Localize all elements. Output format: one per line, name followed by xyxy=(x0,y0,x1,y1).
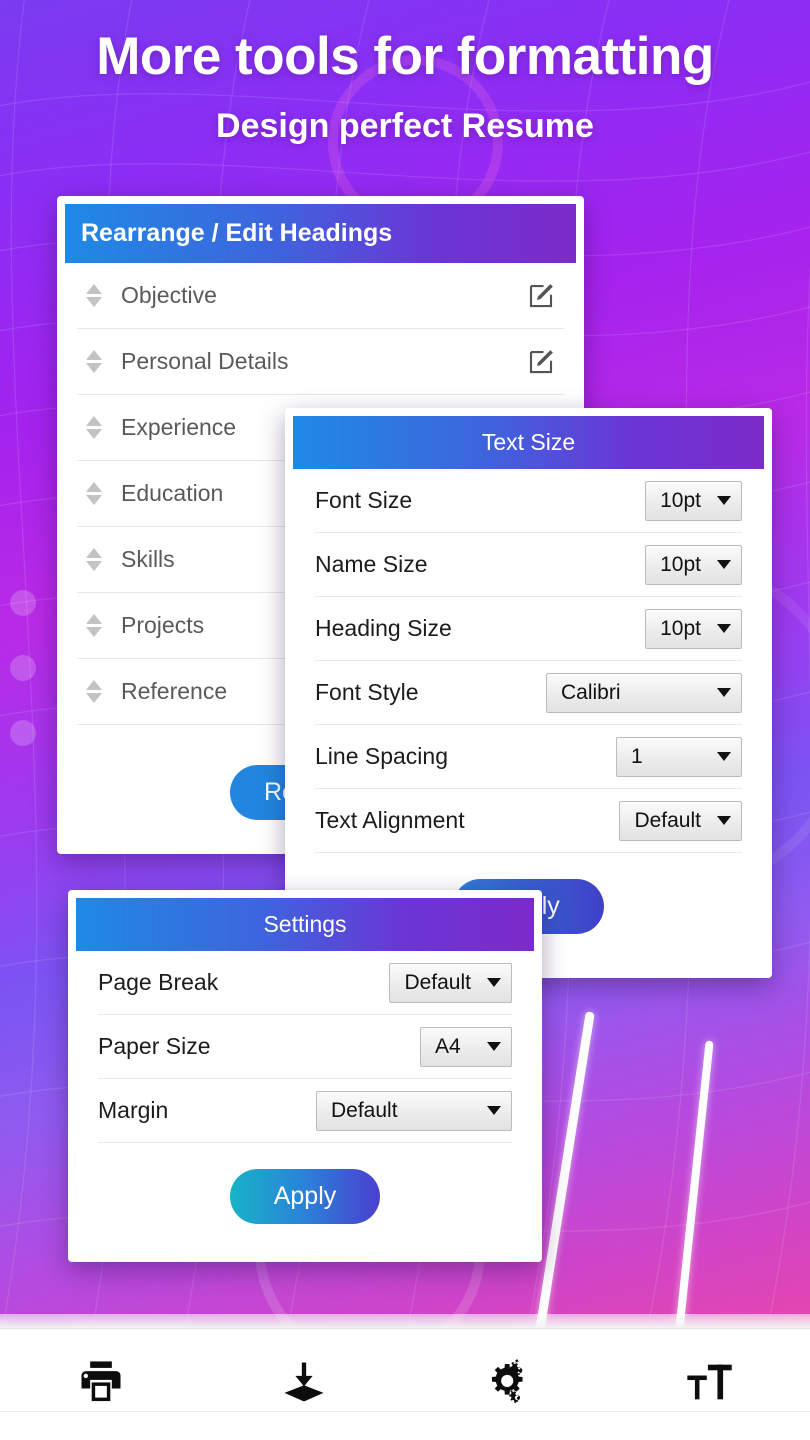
sort-updown-icon[interactable] xyxy=(77,680,111,703)
option-value: Default xyxy=(331,1098,398,1122)
option-row: Text Alignment Default xyxy=(315,789,742,853)
chevron-down-icon xyxy=(717,496,731,505)
option-label: Font Style xyxy=(315,679,419,705)
chevron-down-icon xyxy=(487,1042,501,1051)
settings-apply-button[interactable]: Apply xyxy=(229,1169,381,1224)
heading-row[interactable]: Personal Details xyxy=(77,329,564,395)
app-screen: More tools for formatting Design perfect… xyxy=(0,0,810,1440)
edit-pencil-icon[interactable] xyxy=(526,347,556,377)
option-row: Page Break Default xyxy=(98,951,512,1015)
option-dropdown[interactable]: Default xyxy=(316,1090,512,1131)
hero-text: More tools for formatting Design perfect… xyxy=(0,26,810,146)
option-dropdown[interactable]: Calibri xyxy=(546,672,742,713)
option-row: Font Size 10pt xyxy=(315,469,742,533)
download-icon xyxy=(278,1356,330,1413)
sort-updown-icon[interactable] xyxy=(77,614,111,637)
option-row: Font Style Calibri xyxy=(315,661,742,725)
toolbar-bottom-divider xyxy=(0,1411,810,1412)
chevron-down-icon xyxy=(487,1106,501,1115)
hero-subtitle: Design perfect Resume xyxy=(216,107,594,145)
option-row: Paper Size A4 xyxy=(98,1015,512,1079)
sort-updown-icon[interactable] xyxy=(77,416,111,439)
option-value: Calibri xyxy=(561,680,621,704)
option-label: Margin xyxy=(98,1097,169,1123)
option-label: Paper Size xyxy=(98,1033,211,1059)
option-dropdown[interactable]: 10pt xyxy=(645,480,742,521)
settings-dialog: Settings Page Break Default Paper Size A4 Ma… xyxy=(68,890,542,1262)
edit-pencil-icon[interactable] xyxy=(526,281,556,311)
text-size-button[interactable] xyxy=(608,1329,810,1440)
toolbar-top-strip xyxy=(0,1314,810,1328)
settings-button[interactable] xyxy=(405,1329,608,1440)
text-size-icon xyxy=(683,1356,735,1413)
option-dropdown[interactable]: 10pt xyxy=(645,608,742,649)
heading-label: Personal Details xyxy=(121,348,289,374)
chevron-down-icon xyxy=(717,752,731,761)
sort-updown-icon[interactable] xyxy=(77,284,111,307)
settings-apply-row: Apply xyxy=(76,1143,534,1246)
option-dropdown[interactable]: 1 xyxy=(616,736,742,777)
rearrange-card-header: Rearrange / Edit Headings xyxy=(65,204,576,263)
hero-title: More tools for formatting xyxy=(96,27,714,86)
option-label: Name Size xyxy=(315,551,428,577)
option-dropdown[interactable]: A4 xyxy=(420,1026,512,1067)
text-size-dialog-header: Text Size xyxy=(293,416,764,469)
option-value: Default xyxy=(634,808,701,832)
option-label: Heading Size xyxy=(315,615,452,641)
decorative-dots xyxy=(10,590,36,785)
settings-options-list: Page Break Default Paper Size A4 Margin Defau… xyxy=(76,951,534,1143)
option-dropdown[interactable]: Default xyxy=(389,962,512,1003)
heading-row[interactable]: Objective xyxy=(77,263,564,329)
option-row: Name Size 10pt xyxy=(315,533,742,597)
option-value: 1 xyxy=(631,744,643,768)
option-dropdown[interactable]: 10pt xyxy=(645,544,742,585)
chevron-down-icon xyxy=(717,688,731,697)
option-value: Default xyxy=(404,970,471,994)
option-value: 10pt xyxy=(660,616,701,640)
option-label: Font Size xyxy=(315,487,413,513)
option-value: A4 xyxy=(435,1034,461,1058)
chevron-down-icon xyxy=(717,560,731,569)
chevron-down-icon xyxy=(717,816,731,825)
bottom-toolbar xyxy=(0,1328,810,1440)
option-dropdown[interactable]: Default xyxy=(619,800,742,841)
option-label: Text Alignment xyxy=(315,807,465,833)
option-row: Line Spacing 1 xyxy=(315,725,742,789)
sort-updown-icon[interactable] xyxy=(77,350,111,373)
chevron-down-icon xyxy=(717,624,731,633)
heading-label: Objective xyxy=(121,282,217,308)
sort-updown-icon[interactable] xyxy=(77,548,111,571)
option-row: Margin Default xyxy=(98,1079,512,1143)
print-button[interactable] xyxy=(0,1329,203,1440)
chevron-down-icon xyxy=(487,978,501,987)
option-row: Heading Size 10pt xyxy=(315,597,742,661)
printer-icon xyxy=(75,1356,127,1413)
sort-updown-icon[interactable] xyxy=(77,482,111,505)
save-button[interactable] xyxy=(203,1329,406,1440)
option-value: 10pt xyxy=(660,488,701,512)
option-label: Line Spacing xyxy=(315,743,448,769)
option-value: 10pt xyxy=(660,552,701,576)
text-size-options-list: Font Size 10pt Name Size 10pt Heading Size 10… xyxy=(293,469,764,853)
gears-icon xyxy=(480,1356,532,1413)
settings-dialog-header: Settings xyxy=(76,898,534,951)
option-label: Page Break xyxy=(98,969,219,995)
